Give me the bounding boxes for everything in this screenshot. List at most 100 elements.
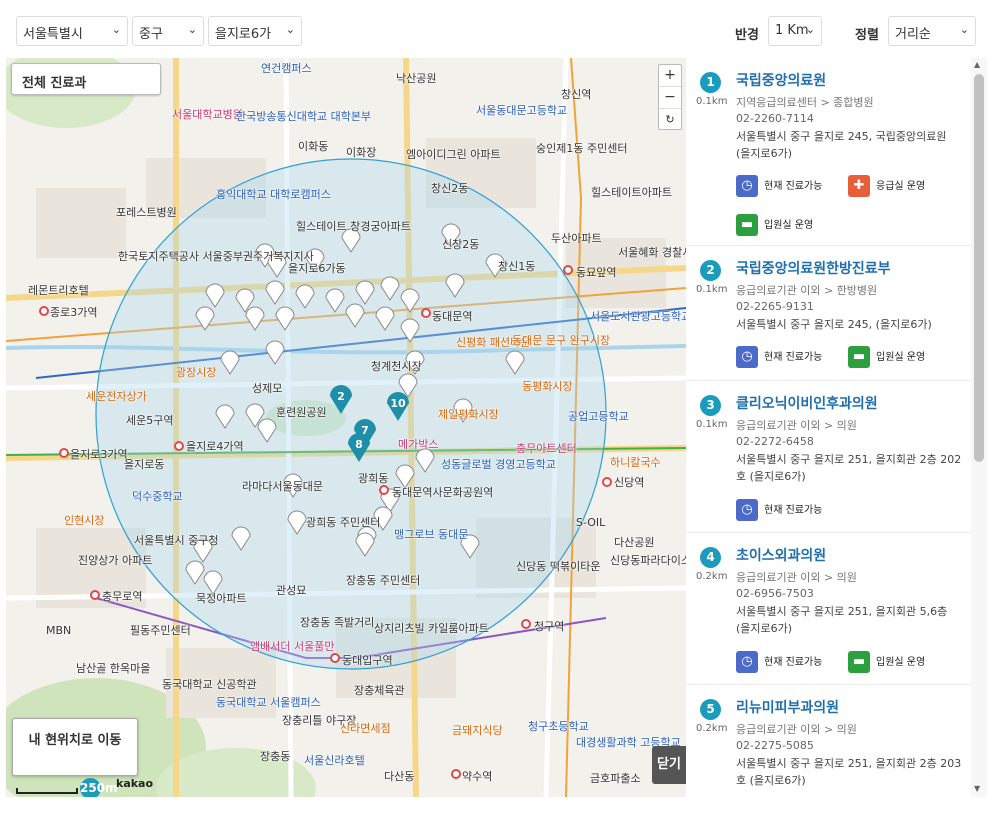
- list-item[interactable]: 3 0.1km 클리오닉이비인후과의원 응급의료기관 이외 > 의원 02-22…: [686, 381, 971, 533]
- map-label: 청구초등학교: [528, 720, 589, 733]
- map-label: 진양상가 아파트: [78, 554, 153, 567]
- chevron-down-icon: ⌄: [805, 23, 815, 36]
- category: 응급의료기관 이외 > 의원: [736, 419, 857, 432]
- map-label: 장충체육관: [354, 684, 405, 697]
- district-select[interactable]: 중구 ⌄: [132, 16, 204, 46]
- rank-badge: 1: [700, 72, 721, 93]
- map-label: 금돼지식당: [452, 724, 503, 737]
- map-label: S-OIL: [576, 516, 606, 529]
- address: 서울특별시 중구 을지로 245, 국립중앙의료원 (을지로6가): [736, 130, 947, 160]
- map-label: 충무로역: [102, 590, 143, 603]
- map-label: 광희동 주민센터: [306, 516, 381, 529]
- bed-icon: ▬: [736, 214, 758, 236]
- my-location-button[interactable]: 내 현위치로 이동: [12, 718, 138, 776]
- rank-badge: 4: [700, 547, 721, 568]
- hospital-name[interactable]: 클리오닉이비인후과의원: [736, 393, 878, 413]
- bed-icon: ▬: [848, 346, 870, 368]
- map-label: 을지로동: [124, 458, 165, 471]
- map-label: 금호파출소: [590, 772, 641, 785]
- dong-value: 을지로6가: [215, 27, 272, 42]
- rank-badge: 5: [700, 699, 721, 720]
- zoom-in-button[interactable]: +: [659, 65, 681, 87]
- address: 서울특별시 중구 을지로 251, 을지회관 2층 202호 (을지로6가): [736, 453, 962, 483]
- map-label: 홍익대학교 대학로캠퍼스: [216, 188, 331, 201]
- clock-icon: ◷: [736, 346, 758, 368]
- badge-label: 현재 진료가능: [764, 505, 823, 516]
- category: 응급의료기관 이외 > 의원: [736, 571, 857, 584]
- radius-value: 1 Km: [775, 23, 809, 38]
- map-label: 한국방송통신대학교 대학본부: [236, 110, 372, 123]
- map-label: 동평화시장: [522, 380, 573, 393]
- hospital-name[interactable]: 국립중앙의료원한방진료부: [736, 258, 891, 278]
- sort-value: 거리순: [895, 27, 931, 42]
- map-label: 상지리츠빌 카일룸아파트: [374, 622, 489, 635]
- sort-select[interactable]: 거리순 ⌄: [888, 16, 976, 46]
- scroll-down-icon[interactable]: ▼: [974, 784, 980, 793]
- address: 서울특별시 중구 을지로 251, 을지회관 2층 203호 (을지로6가): [736, 757, 962, 787]
- list-item[interactable]: 2 0.1km 국립중앙의료원한방진료부 응급의료기관 이외 > 한방병원 02…: [686, 246, 971, 381]
- map-label: 힐스테이트 창경궁아파트: [296, 220, 411, 233]
- zoom-control: + − ↻: [658, 64, 682, 130]
- map-label: 힐스테이트아파트: [591, 186, 672, 199]
- scroll-thumb[interactable]: [974, 74, 984, 462]
- map-label: 동묘앞역: [576, 266, 617, 279]
- map-label: 메가박스: [398, 438, 439, 451]
- chevron-down-icon: ⌄: [111, 23, 121, 36]
- city-select[interactable]: 서울특별시 ⌄: [16, 16, 128, 46]
- map-label: 창신1동: [498, 260, 536, 273]
- map-label: 다산공원: [614, 536, 655, 549]
- city-value: 서울특별시: [23, 27, 83, 42]
- status-badge: ▬ 입원실 운영: [736, 214, 813, 236]
- map-label: 서울대학교병원: [172, 108, 243, 121]
- map-label: 성제모: [252, 382, 283, 395]
- badge-label: 현재 진료가능: [764, 181, 823, 192]
- all-departments-button[interactable]: 전체 진료과: [11, 63, 161, 95]
- map-label: 하니칼국수: [610, 456, 661, 469]
- map-label: 을지로6가동: [288, 262, 346, 275]
- cluster-10: 10: [390, 397, 406, 410]
- map-label: 청계천시장: [371, 360, 422, 373]
- map-label: 세운5구역: [126, 414, 174, 427]
- cluster-7: 7: [361, 424, 369, 437]
- status-badge: ▬ 입원실 운영: [848, 651, 925, 673]
- hospital-name[interactable]: 리뉴미피부과의원: [736, 697, 839, 717]
- scroll-up-icon[interactable]: ▲: [974, 60, 980, 69]
- status-badge: ▬ 입원실 운영: [848, 346, 925, 368]
- list-item[interactable]: 1 0.1km 국립중앙의료원 지역응급의료센터 > 종합병원 02-2260-…: [686, 58, 971, 246]
- map-label: 포레스트병원: [116, 206, 177, 219]
- map-label: 신창2동: [442, 238, 480, 251]
- map-label: 청구역: [534, 620, 565, 633]
- map-label: 서울도시관광고등학교: [590, 310, 686, 323]
- distance: 0.1km: [696, 284, 728, 295]
- map-label: 서울혜화 경찰서: [618, 246, 686, 259]
- close-panel-button[interactable]: 닫기: [652, 746, 686, 784]
- map-view[interactable]: 2 7 8 10 연건캠퍼스 낙산공원 서울대학교병원 한국방송통신대학교 대학…: [6, 58, 686, 797]
- category: 응급의료기관 이외 > 의원: [736, 723, 857, 736]
- map-label: 충무아트센터: [516, 442, 577, 455]
- zoom-out-button[interactable]: −: [659, 87, 681, 109]
- hospital-name[interactable]: 국립중앙의료원: [736, 70, 826, 90]
- map-label: 장충동 주민센터: [346, 574, 421, 587]
- list-item[interactable]: 4 0.2km 초이스외과의원 응급의료기관 이외 > 의원 02-6956-7…: [686, 533, 971, 685]
- phone: 02-2272-6458: [736, 435, 814, 448]
- dong-select[interactable]: 을지로6가 ⌄: [208, 16, 302, 46]
- sort-label: 정렬: [855, 28, 879, 43]
- map-label: 인현시장: [64, 514, 105, 527]
- map-canvas: 2 7 8 10: [6, 58, 686, 797]
- map-label: 서울특별시 중구청: [134, 534, 219, 547]
- kakao-logo: kakao: [116, 777, 154, 790]
- list-scrollbar[interactable]: ▲ ▼: [971, 58, 987, 797]
- hospital-name[interactable]: 초이스외과의원: [736, 545, 826, 565]
- map-label: 앰배서더 서울풀만: [250, 640, 335, 653]
- map-label: 동대문역: [432, 310, 473, 323]
- list-item[interactable]: 5 0.2km 리뉴미피부과의원 응급의료기관 이외 > 의원 02-2275-…: [686, 685, 971, 797]
- scale-label: 250m: [80, 778, 118, 797]
- map-label: 한국토지주택공사 서울중부권주거복지지사: [118, 250, 314, 263]
- result-list[interactable]: 1 0.1km 국립중앙의료원 지역응급의료센터 > 종합병원 02-2260-…: [686, 58, 971, 797]
- badge-label: 입원실 운영: [876, 657, 926, 668]
- map-label: 세운전자상가: [86, 390, 147, 403]
- reset-map-button[interactable]: ↻: [659, 109, 681, 131]
- phone: 02-2260-7114: [736, 112, 814, 125]
- map-label: 엠아이디그린 아파트: [406, 148, 501, 161]
- radius-select[interactable]: 1 Km ⌄: [768, 16, 822, 46]
